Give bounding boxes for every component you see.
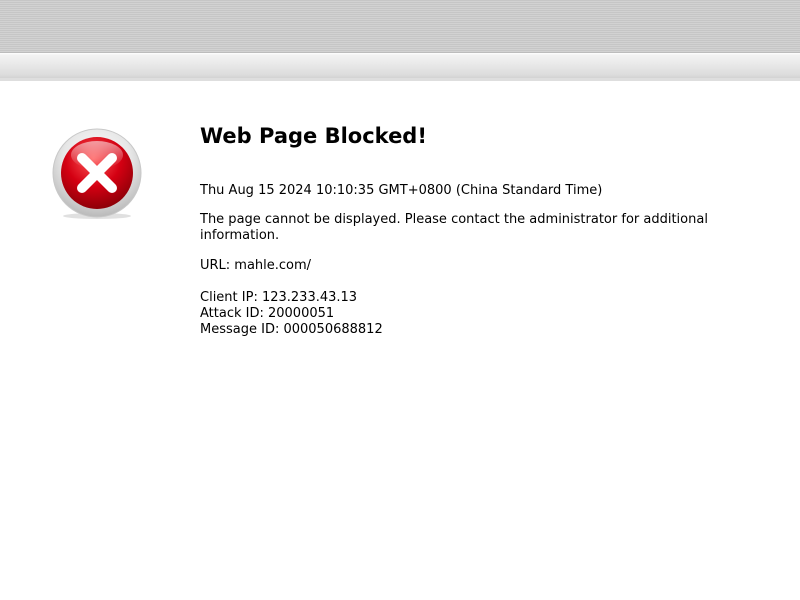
- page-title: Web Page Blocked!: [200, 124, 427, 148]
- header-band: [0, 0, 800, 52]
- error-x-icon: [52, 128, 142, 220]
- header-bar: [0, 52, 800, 80]
- header-divider: [0, 78, 800, 81]
- message-id: Message ID: 000050688812: [200, 322, 383, 337]
- client-ip: Client IP: 123.233.43.13: [200, 290, 358, 305]
- block-message: The page cannot be displayed. Please con…: [200, 212, 708, 243]
- request-details: Client IP: 123.233.43.13 Attack ID: 2000…: [200, 290, 760, 338]
- block-content: Web Page Blocked! Thu Aug 15 2024 10:10:…: [200, 123, 760, 338]
- attack-id: Attack ID: 20000051: [200, 306, 335, 321]
- blocked-url: URL: mahle.com/: [200, 258, 312, 273]
- timestamp: Thu Aug 15 2024 10:10:35 GMT+0800 (China…: [200, 183, 603, 198]
